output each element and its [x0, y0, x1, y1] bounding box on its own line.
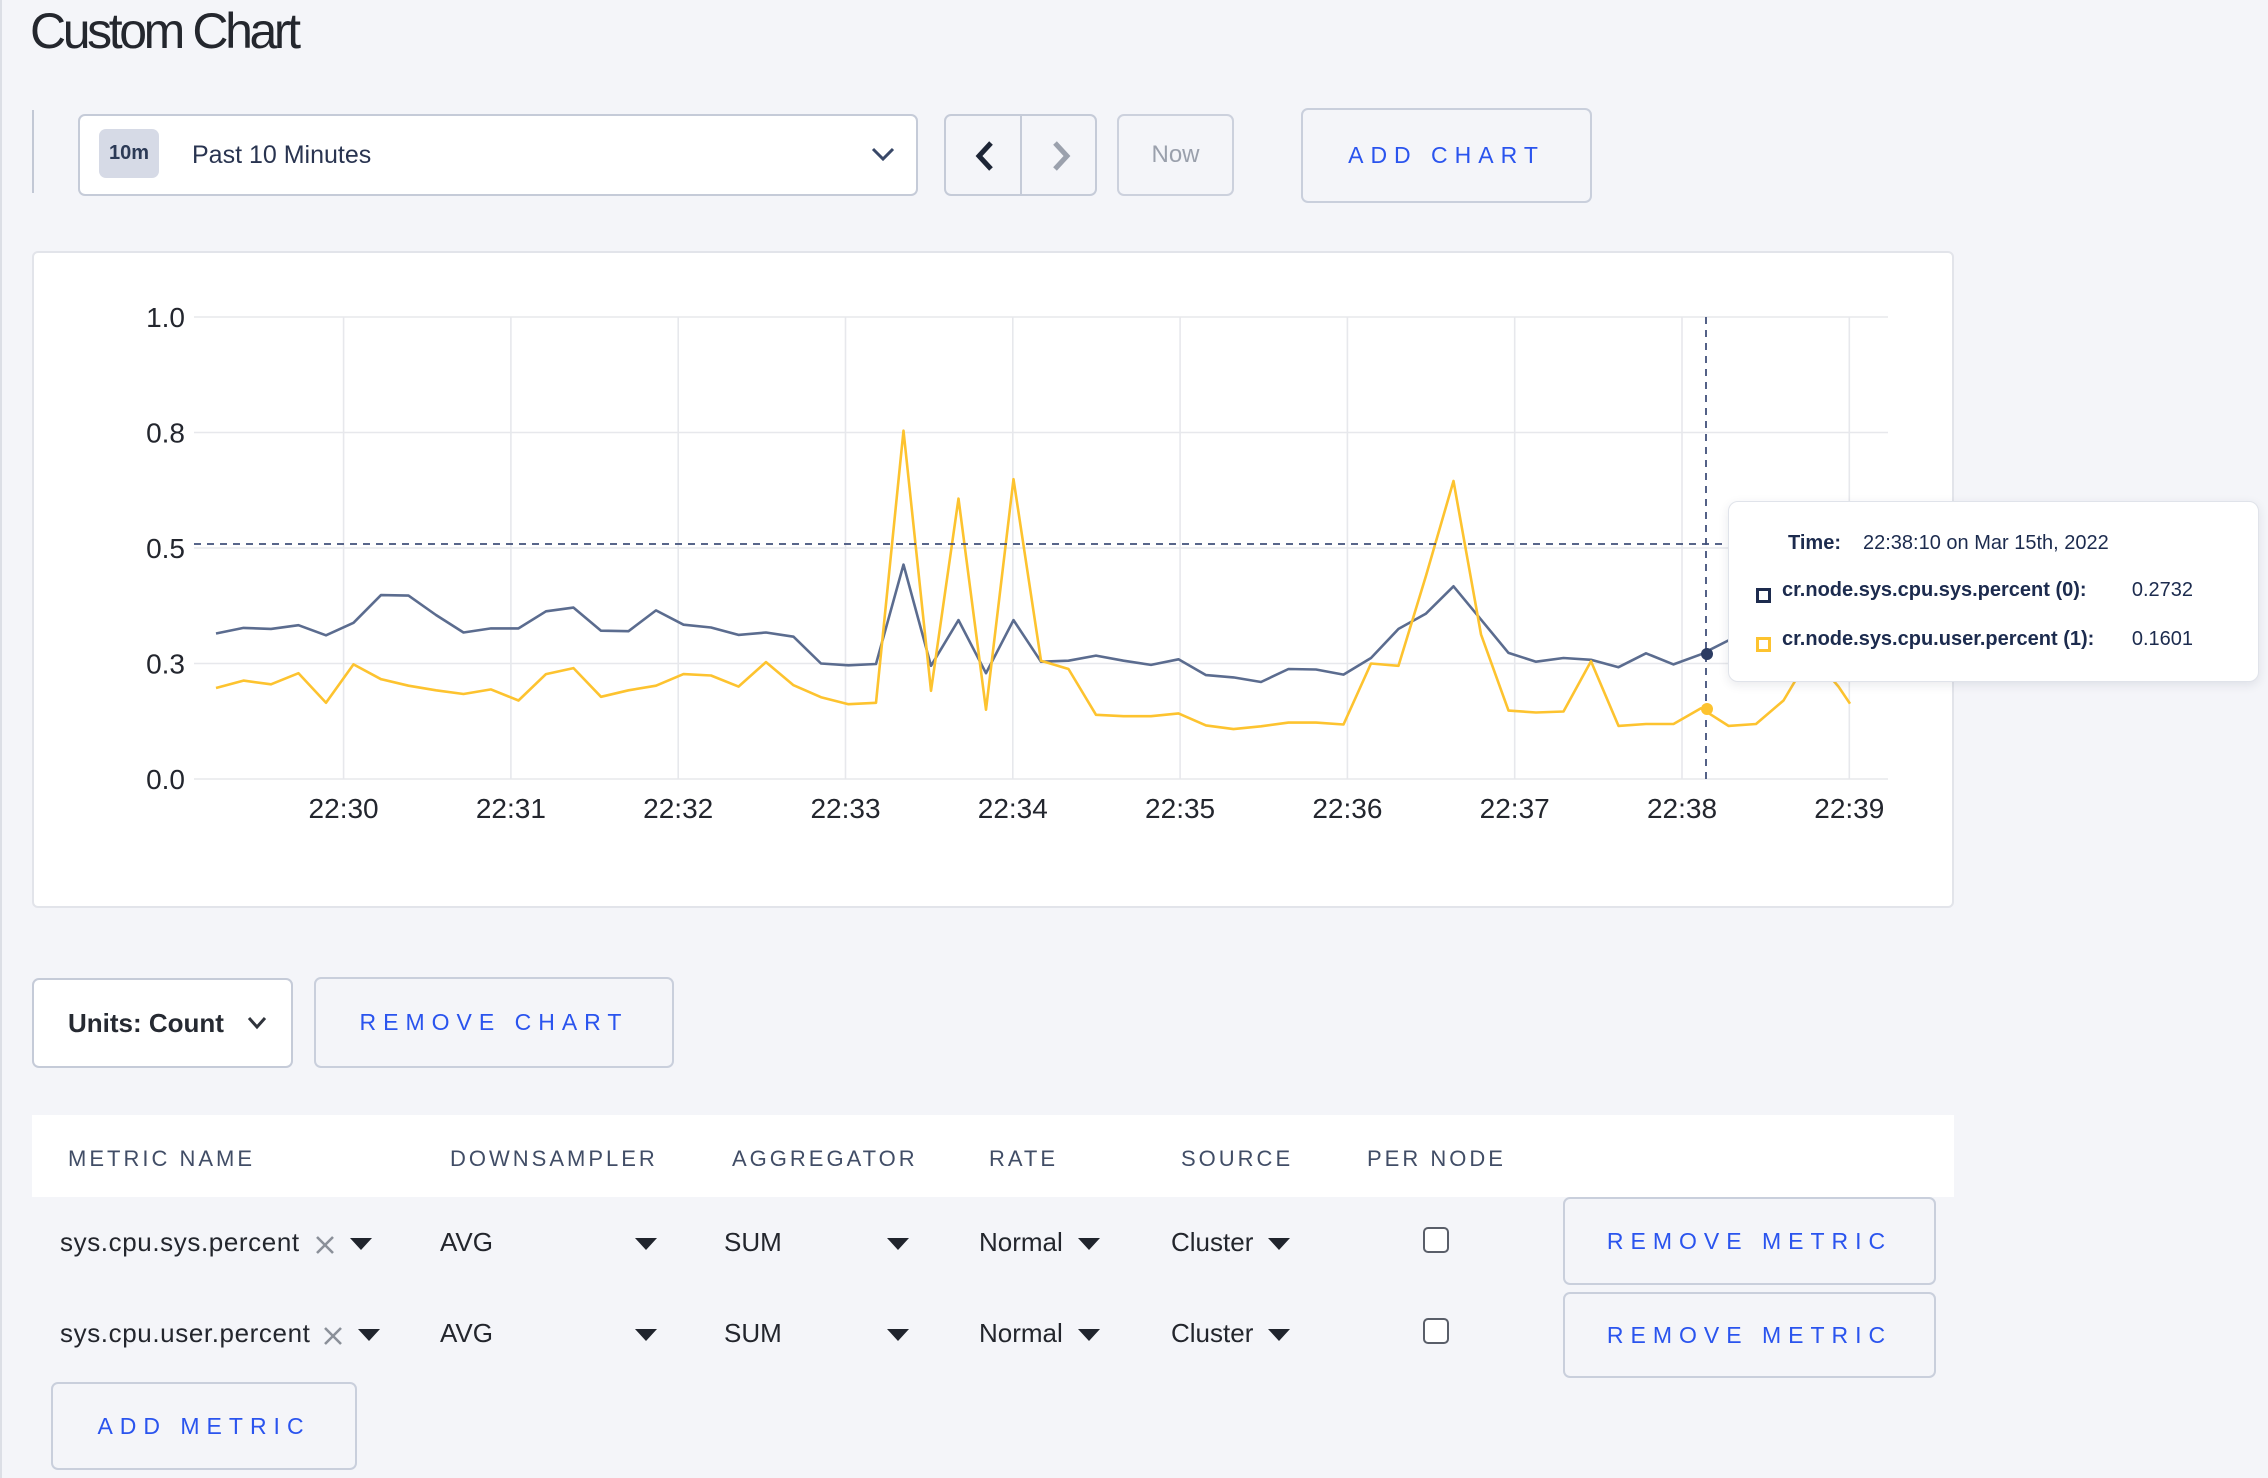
svg-text:0.8: 0.8	[146, 418, 185, 449]
svg-text:0.3: 0.3	[146, 649, 185, 680]
svg-text:0.5: 0.5	[146, 533, 185, 564]
svg-text:22:34: 22:34	[978, 793, 1048, 824]
svg-text:22:37: 22:37	[1480, 793, 1550, 824]
svg-text:22:35: 22:35	[1145, 793, 1215, 824]
svg-text:22:36: 22:36	[1312, 793, 1382, 824]
svg-text:0.0: 0.0	[146, 764, 185, 795]
svg-text:22:39: 22:39	[1814, 793, 1884, 824]
svg-text:1.0: 1.0	[146, 302, 185, 333]
svg-text:22:33: 22:33	[810, 793, 880, 824]
svg-text:22:32: 22:32	[643, 793, 713, 824]
svg-text:22:31: 22:31	[476, 793, 546, 824]
svg-text:22:30: 22:30	[309, 793, 379, 824]
svg-text:22:38: 22:38	[1647, 793, 1717, 824]
